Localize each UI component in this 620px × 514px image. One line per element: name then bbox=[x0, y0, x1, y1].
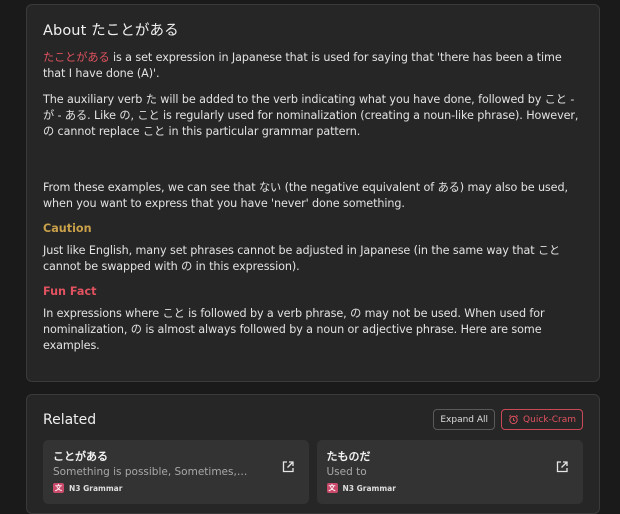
grammar-tag-label: N3 Grammar bbox=[69, 483, 123, 493]
grammar-tag: 文 N3 Grammar bbox=[326, 483, 574, 493]
quick-cram-label: Quick-Cram bbox=[523, 414, 576, 425]
related-actions: Expand All Quick-Cram bbox=[433, 409, 583, 430]
caution-text: Just like English, many set phrases cann… bbox=[43, 244, 561, 273]
fun-fact-text: In expressions where こと is followed by a… bbox=[43, 307, 545, 352]
related-item-title: ことがある bbox=[53, 450, 108, 463]
grammar-tag-icon: 文 bbox=[53, 483, 64, 493]
related-item-tamonoda[interactable]: たものだ Used to 文 N3 Grammar bbox=[316, 440, 583, 504]
related-grid: ことがある Something is possible, Sometimes,…… bbox=[43, 440, 583, 504]
grammar-term: たことがある bbox=[43, 51, 110, 64]
related-item-meaning: Something is possible, Sometimes,… bbox=[53, 466, 248, 478]
about-paragraph-2: The auxiliary verb た will be added to th… bbox=[43, 93, 579, 138]
about-intro: たことがある is a set expression in Japanese t… bbox=[43, 50, 583, 82]
about-card: About たことがある たことがある is a set expression … bbox=[26, 4, 600, 382]
related-item-kotogaaru[interactable]: ことがある Something is possible, Sometimes,…… bbox=[43, 440, 309, 504]
external-link-icon[interactable] bbox=[281, 460, 295, 474]
grammar-tag: 文 N3 Grammar bbox=[53, 483, 299, 493]
grammar-tag-label: N3 Grammar bbox=[342, 483, 396, 493]
grammar-tag-icon: 文 bbox=[326, 483, 338, 493]
related-header: Related Expand All Quick-Cram bbox=[43, 409, 583, 430]
examples-spacer bbox=[43, 150, 583, 180]
quick-cram-button[interactable]: Quick-Cram bbox=[501, 409, 583, 430]
related-title: Related bbox=[43, 411, 97, 428]
related-card: Related Expand All Quick-Cram ことがある Some… bbox=[26, 394, 600, 514]
about-paragraph-3: From these examples, we can see that ない … bbox=[43, 181, 568, 210]
about-title: About たことがある bbox=[43, 23, 179, 39]
related-item-meaning: Used to bbox=[326, 466, 367, 478]
about-intro-text: is a set expression in Japanese that is … bbox=[43, 51, 562, 80]
expand-all-button[interactable]: Expand All bbox=[433, 409, 496, 430]
related-item-title: たものだ bbox=[326, 450, 371, 463]
alarm-clock-icon bbox=[509, 414, 518, 425]
fun-fact-label: Fun Fact bbox=[43, 285, 97, 298]
caution-label: Caution bbox=[43, 222, 92, 235]
external-link-icon[interactable] bbox=[555, 460, 569, 474]
